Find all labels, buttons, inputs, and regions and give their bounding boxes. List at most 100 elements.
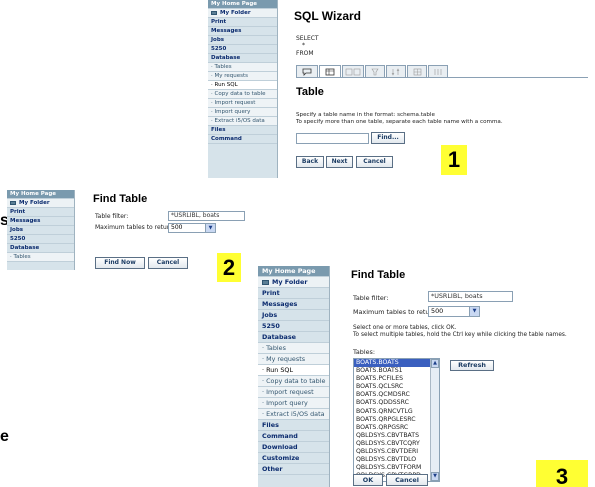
nav-5250[interactable]: 5250 bbox=[258, 321, 329, 332]
nav-print[interactable]: Print bbox=[258, 288, 329, 299]
nav-my-home-page[interactable]: My Home Page bbox=[7, 190, 74, 199]
nav-extract-data[interactable]: · Extract i5/OS data bbox=[208, 117, 277, 126]
table-list-item[interactable]: QBLDSYS.CBVTCQRY bbox=[354, 440, 439, 448]
nav-messages[interactable]: Messages bbox=[208, 27, 277, 36]
nav-download[interactable]: Download bbox=[258, 442, 329, 453]
nav-print[interactable]: Print bbox=[7, 208, 74, 217]
nav-my-home-page[interactable]: My Home Page bbox=[208, 0, 277, 9]
table-filter-input[interactable]: *USRLIBL, boats bbox=[168, 211, 245, 221]
nav-jobs[interactable]: Jobs bbox=[7, 226, 74, 235]
ok-button[interactable]: OK bbox=[353, 474, 383, 486]
nav-command[interactable]: Command bbox=[208, 135, 277, 144]
nav-tables[interactable]: · Tables bbox=[208, 63, 277, 72]
table-filter-input[interactable]: *USRLIBL, boats bbox=[428, 291, 513, 302]
nav-print[interactable]: Print bbox=[208, 18, 277, 27]
nav-other[interactable]: Other bbox=[258, 464, 329, 475]
nav-copy-data-to-table[interactable]: · Copy data to table bbox=[208, 90, 277, 99]
step-callout-1: 1 bbox=[441, 145, 467, 175]
nav-customize[interactable]: Customize bbox=[258, 453, 329, 464]
next-button[interactable]: Next bbox=[326, 156, 353, 168]
nav-my-requests[interactable]: · My requests bbox=[258, 354, 329, 365]
columns-icon bbox=[345, 68, 361, 75]
section-title: Table bbox=[296, 86, 324, 98]
table-list-item[interactable]: BOATS.QRPGLESRC bbox=[354, 416, 439, 424]
nav-import-request[interactable]: · Import request bbox=[258, 387, 329, 398]
nav-extract-data[interactable]: · Extract i5/OS data bbox=[258, 409, 329, 420]
scroll-down-icon[interactable]: ▼ bbox=[431, 472, 439, 481]
cancel-button[interactable]: Cancel bbox=[148, 257, 188, 269]
nav-import-query[interactable]: · Import query bbox=[258, 398, 329, 409]
table-list-item[interactable]: BOATS.QDDSSRC bbox=[354, 399, 439, 407]
nav-my-folder[interactable]: My Folder bbox=[208, 9, 277, 18]
nav-5250[interactable]: 5250 bbox=[7, 235, 74, 244]
table-filter-label: Table filter: bbox=[95, 213, 129, 220]
select-label: SELECT bbox=[296, 35, 319, 42]
table-name-input[interactable] bbox=[296, 133, 369, 144]
table-list-item[interactable]: BOATS.PCFILES bbox=[354, 375, 439, 383]
nav-run-sql[interactable]: · Run SQL bbox=[208, 81, 277, 90]
instruction-line-1: Select one or more tables, click OK. bbox=[353, 325, 457, 331]
nav-my-requests[interactable]: · My requests bbox=[208, 72, 277, 81]
nav-run-sql[interactable]: · Run SQL bbox=[258, 365, 329, 376]
nav-tables[interactable]: · Tables bbox=[258, 343, 329, 354]
nav-5250[interactable]: 5250 bbox=[208, 45, 277, 54]
nav-my-home-page[interactable]: My Home Page bbox=[258, 266, 329, 277]
table-list-item[interactable]: QBLDSYS.CBVTDLO bbox=[354, 456, 439, 464]
cancel-button[interactable]: Cancel bbox=[356, 156, 393, 168]
back-button[interactable]: Back bbox=[296, 156, 324, 168]
refresh-button[interactable]: Refresh bbox=[450, 360, 494, 371]
nav-jobs[interactable]: Jobs bbox=[258, 310, 329, 321]
chevron-down-icon[interactable]: ▼ bbox=[469, 307, 479, 316]
nav-files[interactable]: Files bbox=[208, 126, 277, 135]
max-tables-select[interactable]: 500 ▼ bbox=[168, 223, 216, 233]
page-title: Find Table bbox=[351, 269, 406, 281]
find-table-window-results: My Home Page My Folder Print Messages Jo… bbox=[258, 266, 595, 487]
nav-import-request[interactable]: · Import request bbox=[208, 99, 277, 108]
tab-columns[interactable] bbox=[342, 65, 364, 77]
cancel-button[interactable]: Cancel bbox=[386, 474, 428, 486]
table-list-item[interactable]: QBLDSYS.CBVTFORM bbox=[354, 464, 439, 472]
navigation-sidebar: My Home Page My Folder Print Messages Jo… bbox=[258, 266, 330, 487]
nav-files[interactable]: Files bbox=[258, 420, 329, 431]
nav-command[interactable]: Command bbox=[258, 431, 329, 442]
tab-statement[interactable] bbox=[296, 65, 318, 77]
nav-my-folder[interactable]: My Folder bbox=[7, 199, 74, 208]
nav-database[interactable]: Database bbox=[7, 244, 74, 253]
tab-filter[interactable] bbox=[365, 65, 385, 77]
tables-listbox[interactable]: BOATS.BOATS BOATS.BOATS1 BOATS.PCFILES BOAT… bbox=[353, 358, 440, 482]
listbox-scrollbar[interactable]: ▲ ▼ bbox=[430, 359, 439, 481]
nav-database[interactable]: Database bbox=[208, 54, 277, 63]
nav-messages[interactable]: Messages bbox=[258, 299, 329, 310]
tab-sort[interactable] bbox=[386, 65, 406, 77]
nav-my-folder[interactable]: My Folder bbox=[258, 277, 329, 288]
table-list-item[interactable]: BOATS.BOATS1 bbox=[354, 367, 439, 375]
max-tables-label: Maximum tables to return: bbox=[95, 224, 175, 231]
tab-grid[interactable] bbox=[407, 65, 427, 77]
nav-tables[interactable]: · Tables bbox=[7, 253, 74, 262]
scroll-up-icon[interactable]: ▲ bbox=[431, 359, 439, 368]
find-button[interactable]: Find... bbox=[371, 132, 405, 144]
tab-table[interactable] bbox=[319, 65, 341, 77]
nav-copy-data-to-table[interactable]: · Copy data to table bbox=[258, 376, 329, 387]
navigation-sidebar: My Home Page My Folder Print Messages Jo… bbox=[208, 0, 278, 178]
nav-messages[interactable]: Messages bbox=[7, 217, 74, 226]
nav-import-query[interactable]: · Import query bbox=[208, 108, 277, 117]
page-title: SQL Wizard bbox=[294, 9, 362, 23]
wizard-tab-bar bbox=[296, 65, 449, 77]
table-list-item[interactable]: BOATS.QCMDSRC bbox=[354, 391, 439, 399]
select-value: * bbox=[302, 42, 305, 49]
table-list-item[interactable]: BOATS.QCLSRC bbox=[354, 383, 439, 391]
table-list-item[interactable]: BOATS.BOATS bbox=[354, 359, 439, 368]
find-now-button[interactable]: Find Now bbox=[95, 257, 145, 269]
nav-database[interactable]: Database bbox=[258, 332, 329, 343]
max-tables-select[interactable]: 500 ▼ bbox=[428, 306, 480, 317]
instruction-line-2: To select multiple tables, hold the Ctrl… bbox=[353, 332, 567, 338]
table-list-item[interactable]: BOATS.QRNCVTLG bbox=[354, 408, 439, 416]
nav-jobs[interactable]: Jobs bbox=[208, 36, 277, 45]
table-list-item[interactable]: QBLDSYS.CBVTDERI bbox=[354, 448, 439, 456]
tab-group[interactable] bbox=[428, 65, 448, 77]
speech-bubble-icon bbox=[302, 68, 312, 76]
chevron-down-icon[interactable]: ▼ bbox=[205, 224, 215, 232]
table-list-item[interactable]: BOATS.QRPGSRC bbox=[354, 424, 439, 432]
table-list-item[interactable]: QBLDSYS.CBVTBATS bbox=[354, 432, 439, 440]
